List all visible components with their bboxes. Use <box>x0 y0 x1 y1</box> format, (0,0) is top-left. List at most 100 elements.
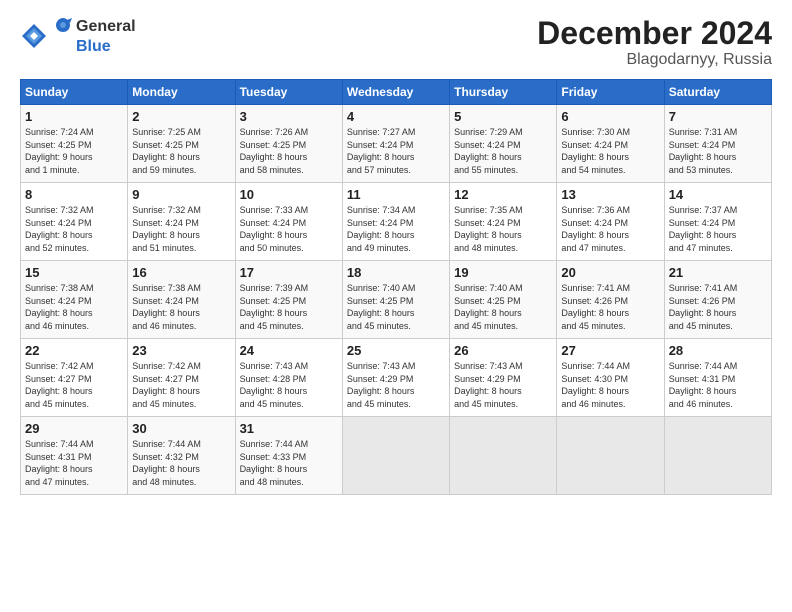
calendar-cell: 15Sunrise: 7:38 AM Sunset: 4:24 PM Dayli… <box>21 261 128 339</box>
calendar-week-row: 15Sunrise: 7:38 AM Sunset: 4:24 PM Dayli… <box>21 261 772 339</box>
logo-blue: Blue <box>52 38 136 56</box>
day-info: Sunrise: 7:33 AM Sunset: 4:24 PM Dayligh… <box>240 204 338 254</box>
calendar-cell: 5 Sunrise: 7:29 AM Sunset: 4:24 PM Daylig… <box>450 105 557 183</box>
calendar-cell: 21 Sunrise: 7:41 AM Sunset: 4:26 PM Dayli… <box>664 261 771 339</box>
calendar-cell: 10 Sunrise: 7:33 AM Sunset: 4:24 PM Dayli… <box>235 183 342 261</box>
logo-bird-icon <box>52 16 74 38</box>
day-number: 6 <box>561 109 659 124</box>
weekday-header-row: SundayMondayTuesdayWednesdayThursdayFrid… <box>21 80 772 105</box>
calendar-cell: 26 Sunrise: 7:43 AM Sunset: 4:29 PM Dayli… <box>450 339 557 417</box>
weekday-header-tuesday: Tuesday <box>235 80 342 105</box>
calendar-cell: 22Sunrise: 7:42 AM Sunset: 4:27 PM Dayli… <box>21 339 128 417</box>
day-number: 24 <box>240 343 338 358</box>
day-info: Sunrise: 7:37 AM Sunset: 4:24 PM Dayligh… <box>669 204 767 254</box>
calendar-cell: 16Sunrise: 7:38 AM Sunset: 4:24 PM Dayli… <box>128 261 235 339</box>
day-info: Sunrise: 7:44 AM Sunset: 4:31 PM Dayligh… <box>25 438 123 488</box>
calendar-cell <box>664 417 771 495</box>
day-number: 12 <box>454 187 552 202</box>
day-number: 27 <box>561 343 659 358</box>
calendar-cell: 17 Sunrise: 7:39 AM Sunset: 4:25 PM Dayli… <box>235 261 342 339</box>
day-number: 9 <box>132 187 230 202</box>
day-number: 22 <box>25 343 123 358</box>
calendar-cell: 31Sunrise: 7:44 AM Sunset: 4:33 PM Dayli… <box>235 417 342 495</box>
calendar-cell <box>557 417 664 495</box>
title-block: December 2024 Blagodarnyy, Russia <box>537 16 772 69</box>
day-info: Sunrise: 7:44 AM Sunset: 4:31 PM Dayligh… <box>669 360 767 410</box>
day-number: 10 <box>240 187 338 202</box>
day-number: 30 <box>132 421 230 436</box>
day-info: Sunrise: 7:39 AM Sunset: 4:25 PM Dayligh… <box>240 282 338 332</box>
day-info: Sunrise: 7:44 AM Sunset: 4:33 PM Dayligh… <box>240 438 338 488</box>
day-info: Sunrise: 7:34 AM Sunset: 4:24 PM Dayligh… <box>347 204 445 254</box>
day-number: 28 <box>669 343 767 358</box>
day-number: 5 <box>454 109 552 124</box>
calendar-cell: 2 Sunrise: 7:25 AM Sunset: 4:25 PM Daylig… <box>128 105 235 183</box>
calendar-week-row: 8Sunrise: 7:32 AM Sunset: 4:24 PM Daylig… <box>21 183 772 261</box>
day-number: 26 <box>454 343 552 358</box>
day-info: Sunrise: 7:35 AM Sunset: 4:24 PM Dayligh… <box>454 204 552 254</box>
calendar-cell: 28 Sunrise: 7:44 AM Sunset: 4:31 PM Dayli… <box>664 339 771 417</box>
day-number: 3 <box>240 109 338 124</box>
weekday-header-monday: Monday <box>128 80 235 105</box>
calendar-cell: 9 Sunrise: 7:32 AM Sunset: 4:24 PM Daylig… <box>128 183 235 261</box>
day-number: 20 <box>561 265 659 280</box>
calendar-cell: 12 Sunrise: 7:35 AM Sunset: 4:24 PM Dayli… <box>450 183 557 261</box>
day-info: Sunrise: 7:32 AM Sunset: 4:24 PM Dayligh… <box>132 204 230 254</box>
calendar-cell: 27 Sunrise: 7:44 AM Sunset: 4:30 PM Dayli… <box>557 339 664 417</box>
header: General Blue December 2024 Blagodarnyy, … <box>20 16 772 69</box>
day-info: Sunrise: 7:25 AM Sunset: 4:25 PM Dayligh… <box>132 126 230 176</box>
weekday-header-saturday: Saturday <box>664 80 771 105</box>
day-info: Sunrise: 7:42 AM Sunset: 4:27 PM Dayligh… <box>132 360 230 410</box>
day-info: Sunrise: 7:43 AM Sunset: 4:28 PM Dayligh… <box>240 360 338 410</box>
weekday-header-sunday: Sunday <box>21 80 128 105</box>
day-number: 14 <box>669 187 767 202</box>
day-info: Sunrise: 7:40 AM Sunset: 4:25 PM Dayligh… <box>454 282 552 332</box>
day-number: 7 <box>669 109 767 124</box>
day-number: 21 <box>669 265 767 280</box>
day-number: 13 <box>561 187 659 202</box>
day-number: 18 <box>347 265 445 280</box>
calendar-cell: 13Sunrise: 7:36 AM Sunset: 4:24 PM Dayli… <box>557 183 664 261</box>
day-number: 15 <box>25 265 123 280</box>
calendar-cell: 20 Sunrise: 7:41 AM Sunset: 4:26 PM Dayli… <box>557 261 664 339</box>
day-number: 1 <box>25 109 123 124</box>
day-number: 16 <box>132 265 230 280</box>
day-number: 25 <box>347 343 445 358</box>
day-number: 17 <box>240 265 338 280</box>
calendar-cell: 1 Sunrise: 7:24 AM Sunset: 4:25 PM Daylig… <box>21 105 128 183</box>
day-info: Sunrise: 7:24 AM Sunset: 4:25 PM Dayligh… <box>25 126 123 176</box>
calendar-cell: 24 Sunrise: 7:43 AM Sunset: 4:28 PM Dayli… <box>235 339 342 417</box>
page-title: December 2024 <box>537 16 772 51</box>
day-info: Sunrise: 7:44 AM Sunset: 4:30 PM Dayligh… <box>561 360 659 410</box>
calendar-cell: 30Sunrise: 7:44 AM Sunset: 4:32 PM Dayli… <box>128 417 235 495</box>
calendar-cell: 23Sunrise: 7:42 AM Sunset: 4:27 PM Dayli… <box>128 339 235 417</box>
calendar-cell: 8Sunrise: 7:32 AM Sunset: 4:24 PM Daylig… <box>21 183 128 261</box>
calendar-week-row: 29Sunrise: 7:44 AM Sunset: 4:31 PM Dayli… <box>21 417 772 495</box>
weekday-header-thursday: Thursday <box>450 80 557 105</box>
day-info: Sunrise: 7:41 AM Sunset: 4:26 PM Dayligh… <box>561 282 659 332</box>
page-subtitle: Blagodarnyy, Russia <box>537 51 772 69</box>
logo-text-block: General Blue <box>52 16 136 56</box>
day-info: Sunrise: 7:43 AM Sunset: 4:29 PM Dayligh… <box>454 360 552 410</box>
day-info: Sunrise: 7:29 AM Sunset: 4:24 PM Dayligh… <box>454 126 552 176</box>
calendar-cell: 29Sunrise: 7:44 AM Sunset: 4:31 PM Dayli… <box>21 417 128 495</box>
logo-icon <box>20 22 48 50</box>
calendar-cell: 19 Sunrise: 7:40 AM Sunset: 4:25 PM Dayli… <box>450 261 557 339</box>
day-info: Sunrise: 7:43 AM Sunset: 4:29 PM Dayligh… <box>347 360 445 410</box>
calendar-cell: 25 Sunrise: 7:43 AM Sunset: 4:29 PM Dayli… <box>342 339 449 417</box>
day-number: 4 <box>347 109 445 124</box>
day-info: Sunrise: 7:30 AM Sunset: 4:24 PM Dayligh… <box>561 126 659 176</box>
day-number: 19 <box>454 265 552 280</box>
logo-general: General <box>76 18 136 36</box>
day-number: 2 <box>132 109 230 124</box>
calendar-cell: 4 Sunrise: 7:27 AM Sunset: 4:24 PM Daylig… <box>342 105 449 183</box>
calendar-cell <box>450 417 557 495</box>
day-info: Sunrise: 7:41 AM Sunset: 4:26 PM Dayligh… <box>669 282 767 332</box>
day-info: Sunrise: 7:32 AM Sunset: 4:24 PM Dayligh… <box>25 204 123 254</box>
day-info: Sunrise: 7:40 AM Sunset: 4:25 PM Dayligh… <box>347 282 445 332</box>
calendar-cell <box>342 417 449 495</box>
calendar-cell: 3Sunrise: 7:26 AM Sunset: 4:25 PM Daylig… <box>235 105 342 183</box>
day-info: Sunrise: 7:27 AM Sunset: 4:24 PM Dayligh… <box>347 126 445 176</box>
weekday-header-wednesday: Wednesday <box>342 80 449 105</box>
calendar-week-row: 22 Sunrise: 7:42 AM Sunset: 4:27 PM Dayli… <box>21 339 772 417</box>
